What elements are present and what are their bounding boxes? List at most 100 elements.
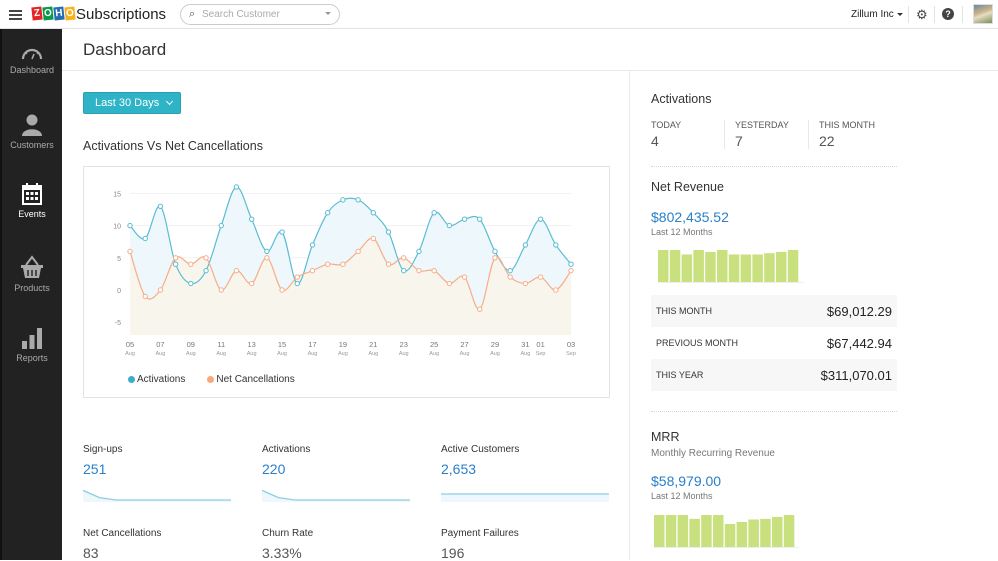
data-point[interactable] <box>127 248 133 255</box>
data-point[interactable] <box>294 274 300 280</box>
data-point[interactable] <box>157 287 164 293</box>
data-point[interactable] <box>248 280 255 287</box>
data-point[interactable] <box>309 267 316 274</box>
data-point[interactable] <box>157 203 164 210</box>
data-point[interactable] <box>568 267 574 274</box>
user-avatar[interactable] <box>973 4 993 24</box>
data-point[interactable] <box>172 261 179 267</box>
data-point[interactable] <box>553 242 559 248</box>
data-point[interactable] <box>446 222 453 229</box>
revenue-bar[interactable] <box>677 515 689 547</box>
data-point[interactable] <box>385 229 392 235</box>
legend-item-activations[interactable]: Activations <box>128 374 185 385</box>
data-point[interactable] <box>431 267 437 274</box>
data-point[interactable] <box>294 280 300 287</box>
data-point[interactable] <box>264 255 270 261</box>
data-point[interactable] <box>340 261 346 267</box>
stat-sign-ups[interactable]: Sign-ups 251 <box>83 444 253 502</box>
hamburger-menu-icon[interactable] <box>9 10 22 20</box>
data-point[interactable] <box>324 261 331 267</box>
data-point[interactable] <box>248 216 255 222</box>
data-point[interactable] <box>507 274 513 280</box>
revenue-bar[interactable] <box>724 523 736 547</box>
data-point[interactable] <box>218 287 224 293</box>
data-point[interactable] <box>172 255 179 261</box>
data-point[interactable] <box>188 280 194 287</box>
revenue-bar[interactable] <box>728 254 740 282</box>
revenue-bar[interactable] <box>693 250 704 282</box>
data-point[interactable] <box>446 280 453 287</box>
sidebar-item-customers[interactable]: Customers <box>2 114 62 150</box>
data-point[interactable] <box>537 216 544 222</box>
revenue-bar[interactable] <box>748 519 759 547</box>
revenue-bar[interactable] <box>776 251 787 282</box>
data-point[interactable] <box>477 306 483 312</box>
data-point[interactable] <box>401 255 407 261</box>
revenue-bar[interactable] <box>713 515 724 547</box>
data-point[interactable] <box>218 222 224 229</box>
organization-switcher[interactable]: Zillum Inc <box>851 9 903 20</box>
data-point[interactable] <box>264 248 270 255</box>
data-point[interactable] <box>401 267 407 274</box>
data-point[interactable] <box>370 235 377 242</box>
data-point[interactable] <box>203 267 209 274</box>
data-point[interactable] <box>188 261 194 267</box>
data-point[interactable] <box>142 235 148 242</box>
revenue-bar[interactable] <box>665 515 677 547</box>
data-point[interactable] <box>309 242 316 248</box>
revenue-bar[interactable] <box>658 250 669 282</box>
data-point[interactable] <box>324 210 331 216</box>
revenue-bar[interactable] <box>736 522 748 547</box>
data-point[interactable] <box>340 197 346 203</box>
revenue-bar[interactable] <box>689 518 700 547</box>
customer-search-input[interactable]: ⌕ Search Customer <box>180 4 340 25</box>
data-point[interactable] <box>461 216 468 222</box>
data-point[interactable] <box>492 255 498 261</box>
date-range-dropdown[interactable]: Last 30 Days <box>83 92 181 114</box>
revenue-bar[interactable] <box>783 515 795 547</box>
data-point[interactable] <box>385 261 392 267</box>
data-point[interactable] <box>461 274 468 280</box>
revenue-bar[interactable] <box>752 254 763 282</box>
data-point[interactable] <box>142 293 148 300</box>
data-point[interactable] <box>233 184 240 190</box>
revenue-bar[interactable] <box>772 516 783 547</box>
sidebar-item-reports[interactable]: Reports <box>2 327 62 363</box>
legend-item-net-cancellations[interactable]: Net Cancellations <box>207 374 295 385</box>
data-point[interactable] <box>355 197 361 203</box>
revenue-bar[interactable] <box>681 254 693 282</box>
data-point[interactable] <box>477 216 483 222</box>
stat-net-cancellations[interactable]: Net Cancellations 83 <box>83 528 253 561</box>
stat-payment-failures[interactable]: Payment Failures 196 <box>441 528 611 561</box>
gear-icon[interactable]: ⚙ <box>916 7 928 23</box>
data-point[interactable] <box>522 280 529 287</box>
stat-churn-rate[interactable]: Churn Rate 3.33% <box>262 528 432 561</box>
revenue-bar[interactable] <box>701 515 712 547</box>
search-dropdown-caret-icon[interactable] <box>325 12 331 15</box>
data-point[interactable] <box>537 274 544 280</box>
sidebar-item-products[interactable]: Products <box>2 255 62 293</box>
data-point[interactable] <box>507 267 513 274</box>
data-point[interactable] <box>492 248 498 255</box>
data-point[interactable] <box>279 229 285 235</box>
data-point[interactable] <box>416 267 422 274</box>
revenue-bar[interactable] <box>705 251 716 282</box>
revenue-bar[interactable] <box>740 254 752 282</box>
data-point[interactable] <box>522 242 529 248</box>
data-point[interactable] <box>203 255 209 261</box>
sidebar-item-dashboard[interactable]: Dashboard <box>2 47 62 75</box>
revenue-bar[interactable] <box>760 518 771 547</box>
revenue-bar[interactable] <box>787 250 799 282</box>
data-point[interactable] <box>416 248 422 255</box>
data-point[interactable] <box>431 210 437 216</box>
data-point[interactable] <box>553 287 559 293</box>
data-point[interactable] <box>279 287 285 293</box>
data-point[interactable] <box>233 267 240 274</box>
sidebar-item-events[interactable]: Events <box>2 183 62 219</box>
stat-active-customers[interactable]: Active Customers 2,653 <box>441 444 611 502</box>
data-point[interactable] <box>568 261 574 267</box>
revenue-bar[interactable] <box>669 250 681 282</box>
stat-activations[interactable]: Activations 220 <box>262 444 432 502</box>
data-point[interactable] <box>127 222 133 229</box>
data-point[interactable] <box>355 248 361 255</box>
